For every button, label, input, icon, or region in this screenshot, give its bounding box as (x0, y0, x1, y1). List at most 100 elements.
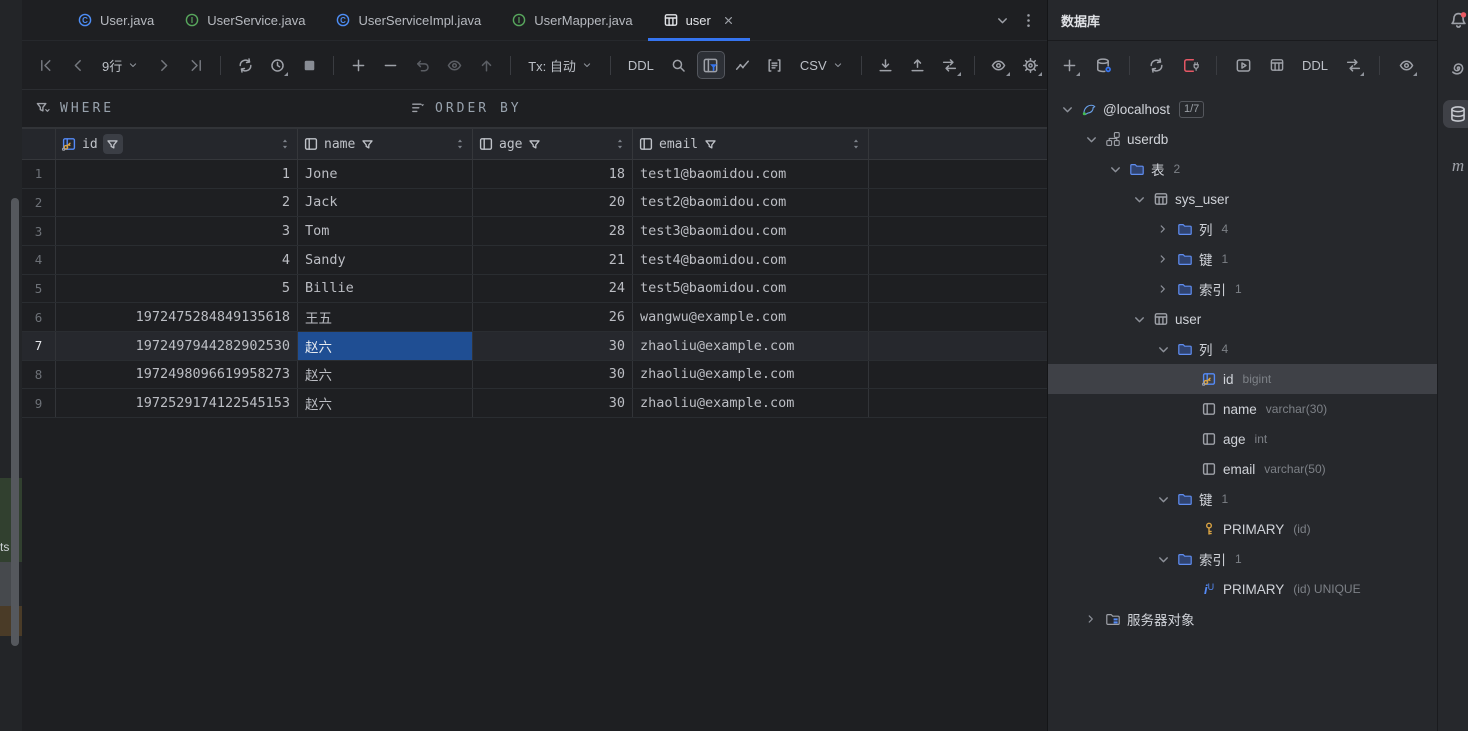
tree-item-primary[interactable]: PRIMARY(id) (1048, 514, 1437, 544)
tree-item-id[interactable]: idbigint (1048, 364, 1437, 394)
tab-list-chevron-down-icon[interactable] (989, 7, 1015, 33)
chevron-right-icon[interactable] (1152, 222, 1174, 236)
tree-item--[interactable]: 列4 (1048, 214, 1437, 244)
cell-name[interactable]: 王五 (298, 303, 473, 331)
table-row[interactable]: 81972498096619958273赵六30zhaoliu@example.… (22, 361, 1047, 390)
cell-name[interactable]: Jone (298, 160, 473, 188)
cell-email[interactable]: zhaoliu@example.com (633, 389, 869, 417)
tree-item--[interactable]: 索引1 (1048, 274, 1437, 304)
sort-icon[interactable] (453, 137, 467, 151)
column-filter-button[interactable] (103, 134, 123, 154)
table-row[interactable]: 55Billie24test5@baomidou.com (22, 275, 1047, 304)
tree-item-user[interactable]: user (1048, 304, 1437, 334)
revert-changes-button[interactable] (409, 52, 435, 78)
funnel-icon[interactable] (360, 137, 375, 152)
cell-email[interactable]: zhaoliu@example.com (633, 332, 869, 360)
compare-button[interactable] (1340, 52, 1366, 78)
chevron-down-icon[interactable] (1128, 311, 1150, 328)
row-number[interactable]: 6 (22, 303, 56, 331)
cell-email[interactable]: test3@baomidou.com (633, 217, 869, 245)
chart-view-button[interactable] (730, 52, 756, 78)
table-row[interactable]: 33Tom28test3@baomidou.com (22, 217, 1047, 246)
cell-name[interactable]: Tom (298, 217, 473, 245)
tab-options-kebab-icon[interactable] (1015, 7, 1041, 33)
ai-spiral-icon[interactable] (1446, 56, 1468, 80)
ddl-button[interactable]: DDL (622, 52, 660, 78)
database-tool-button[interactable] (1443, 100, 1468, 128)
cell-age[interactable]: 30 (473, 332, 633, 360)
row-number[interactable]: 1 (22, 160, 56, 188)
tab-user-java[interactable]: C User.java (62, 0, 169, 40)
row-number[interactable]: 8 (22, 361, 56, 389)
tree-item--[interactable]: 键1 (1048, 484, 1437, 514)
cell-id[interactable]: 5 (56, 275, 298, 303)
page-size-selector[interactable]: 9行 (96, 52, 145, 78)
column-header-email[interactable]: email (633, 129, 869, 159)
maven-tool-button[interactable]: m (1446, 154, 1468, 178)
cell-age[interactable]: 30 (473, 361, 633, 389)
disconnect-button[interactable] (1177, 52, 1203, 78)
cell-name[interactable]: 赵六 (298, 361, 473, 389)
filter-table-toggle[interactable] (698, 52, 724, 78)
table-row[interactable]: 71972497944282902530赵六30zhaoliu@example.… (22, 332, 1047, 361)
tree-item--localhost[interactable]: @localhost1/7 (1048, 94, 1437, 124)
table-row[interactable]: 61972475284849135618王五26wangwu@example.c… (22, 303, 1047, 332)
cell-age[interactable]: 24 (473, 275, 633, 303)
cell-age[interactable]: 18 (473, 160, 633, 188)
cell-id[interactable]: 1972529174122545153 (56, 389, 298, 417)
order-by-field[interactable]: ORDER BY (410, 90, 522, 126)
add-row-button[interactable] (345, 52, 371, 78)
table-row[interactable]: 11Jone18test1@baomidou.com (22, 160, 1047, 189)
where-filter-field[interactable]: WHERE (35, 90, 114, 126)
chevron-right-icon[interactable] (1152, 252, 1174, 266)
stop-button[interactable] (296, 52, 322, 78)
view-options-button[interactable] (986, 52, 1012, 78)
chevron-down-icon[interactable] (1128, 191, 1150, 208)
sort-icon[interactable] (613, 137, 627, 151)
delete-row-button[interactable] (377, 52, 403, 78)
column-header-age[interactable]: age (473, 129, 633, 159)
submit-changes-button[interactable] (473, 52, 499, 78)
chevron-down-icon[interactable] (1080, 131, 1102, 148)
cell-email[interactable]: test2@baomidou.com (633, 189, 869, 217)
cell-age[interactable]: 26 (473, 303, 633, 331)
chevron-down-icon[interactable] (1104, 161, 1126, 178)
row-number[interactable]: 2 (22, 189, 56, 217)
tab-userserviceimpl-java[interactable]: C UserServiceImpl.java (320, 0, 496, 40)
cell-age[interactable]: 21 (473, 246, 633, 274)
row-number[interactable]: 5 (22, 275, 56, 303)
column-header-name[interactable]: name (298, 129, 473, 159)
tree-item-age[interactable]: ageint (1048, 424, 1437, 454)
import-data-button[interactable] (905, 52, 931, 78)
tab-usermapper-java[interactable]: I UserMapper.java (496, 0, 647, 40)
sort-icon[interactable] (849, 137, 863, 151)
compare-data-button[interactable] (937, 52, 963, 78)
chevron-down-icon[interactable] (1152, 341, 1174, 358)
sort-icon[interactable] (278, 137, 292, 151)
cell-age[interactable]: 30 (473, 389, 633, 417)
cell-id[interactable]: 3 (56, 217, 298, 245)
auto-refresh-button[interactable] (264, 52, 290, 78)
column-header-id[interactable]: id (56, 129, 298, 159)
close-icon[interactable] (722, 14, 735, 27)
cell-id[interactable]: 4 (56, 246, 298, 274)
cell-id[interactable]: 1972497944282902530 (56, 332, 298, 360)
cell-name[interactable]: Sandy (298, 246, 473, 274)
previous-page-button[interactable] (64, 52, 90, 78)
tree-item-email[interactable]: emailvarchar(50) (1048, 454, 1437, 484)
funnel-icon[interactable] (703, 137, 718, 152)
tree-item--[interactable]: 表2 (1048, 154, 1437, 184)
cell-email[interactable]: wangwu@example.com (633, 303, 869, 331)
chevron-right-icon[interactable] (1080, 612, 1102, 626)
row-number[interactable]: 4 (22, 246, 56, 274)
cell-name[interactable]: Jack (298, 189, 473, 217)
cell-id[interactable]: 1972498096619958273 (56, 361, 298, 389)
record-view-button[interactable] (762, 52, 788, 78)
tree-item-primary[interactable]: iUPRIMARY(id) UNIQUE (1048, 574, 1437, 604)
refresh-button[interactable] (1143, 52, 1169, 78)
cell-email[interactable]: test1@baomidou.com (633, 160, 869, 188)
tree-item--[interactable]: 索引1 (1048, 544, 1437, 574)
search-icon[interactable] (666, 52, 692, 78)
reload-data-button[interactable] (232, 52, 258, 78)
cell-name[interactable]: 赵六 (298, 332, 473, 360)
